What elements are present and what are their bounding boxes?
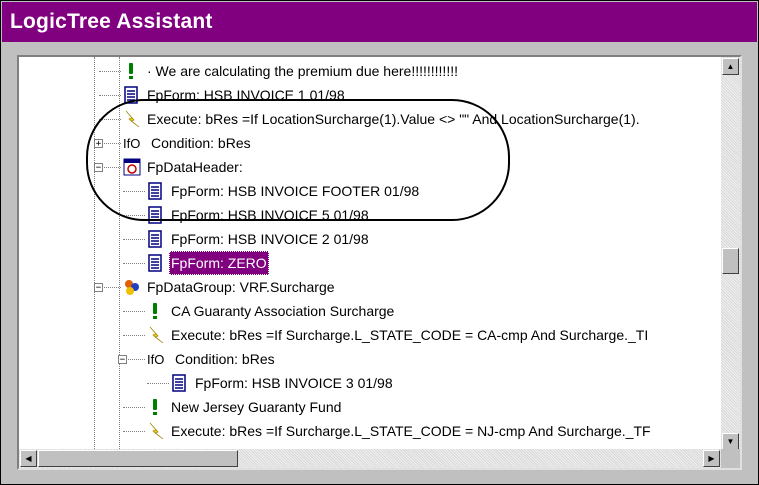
tree-item[interactable]: Execute: bRes =If Surcharge.L_STATE_CODE… [147,323,650,347]
tree-rows: · We are calculating the premium due her… [19,57,719,451]
tree-guide-line [94,57,95,451]
scroll-left-button[interactable]: ◀ [20,450,37,467]
exclamation-icon [123,62,141,80]
tree-connector [99,119,121,120]
logic-tree-view[interactable]: · We are calculating the premium due her… [17,55,742,470]
tree-item-label: · We are calculating the premium due her… [147,63,458,79]
tree-item[interactable]: Execute: bRes =If Surcharge.L_STATE_CODE… [147,419,653,443]
horizontal-scroll-thumb[interactable] [38,450,238,467]
tree-item[interactable]: FpDataGroup: VRF.Surcharge [123,275,337,299]
scrollbar-corner [721,449,740,468]
tree-item[interactable]: FpForm: ZERO [147,251,269,275]
tree-item[interactable]: New Jersey Guaranty Fund [147,395,343,419]
scroll-right-button[interactable]: ▶ [703,450,720,467]
tree-item-label: FpForm: HSB INVOICE 1 01/98 [147,87,345,103]
tree-item[interactable]: FpForm: HSB INVOICE 1 01/98 [123,83,347,107]
vertical-scroll-thumb[interactable] [722,248,739,274]
tree-item-label: Execute: bRes =If Surcharge.L_STATE_CODE… [171,423,651,439]
exclamation-icon [147,398,165,416]
svg-text:IfO: IfO [147,352,164,367]
tree-connector [99,95,121,96]
tree-connector [123,191,145,192]
tree-item-label: Condition: bRes [151,135,251,151]
tree-connector [123,215,145,216]
datagroup-icon [123,278,141,296]
tree-item-label: FpForm: ZERO [169,251,269,275]
document-icon [147,230,165,248]
dataheader-icon [123,158,141,176]
tree-connector [123,431,145,432]
document-icon [147,254,165,272]
tree-item-label: Condition: bRes [175,351,275,367]
tree-item-label: FpForm: HSB INVOICE FOOTER 01/98 [171,183,420,199]
tree-item[interactable]: · We are calculating the premium due her… [123,59,460,83]
document-icon [123,86,141,104]
tree-item-label: New Jersey Guaranty Fund [171,399,342,415]
tree-item-label: CA Guaranty Association Surcharge [171,303,395,319]
tree-item[interactable]: FpForm: HSB INVOICE 5 01/98 [147,203,371,227]
scroll-up-button[interactable]: ▲ [722,58,739,75]
tree-connector [123,239,145,240]
tree-item[interactable]: IfO Condition: bRes [123,131,253,155]
tree-guide-line [119,57,120,451]
tree-item-label: FpForm: HSB INVOICE 5 01/98 [171,207,369,223]
tree-item[interactable]: IfO Condition: bRes [147,347,277,371]
tree-connector [123,263,145,264]
lightning-icon [147,422,165,440]
horizontal-scrollbar[interactable]: ◀ ▶ [19,449,721,468]
scroll-down-button[interactable]: ▼ [722,433,739,450]
window-title: LogicTree Assistant [2,2,757,42]
lightning-icon [123,110,141,128]
exclamation-icon [147,302,165,320]
tree-item-label: FpForm: HSB INVOICE 2 01/98 [171,231,369,247]
tree-connector [147,383,169,384]
lightning-icon [147,326,165,344]
document-icon [147,206,165,224]
tree-expander[interactable]: − [118,355,127,365]
tree-item[interactable]: CA Guaranty Association Surcharge [147,299,396,323]
document-icon [171,374,189,392]
tree-expander[interactable]: − [94,283,103,293]
tree-connector [123,311,145,312]
condition-icon: IfO [123,134,145,152]
tree-item-label: FpDataGroup: VRF.Surcharge [147,279,335,295]
tree-item[interactable]: FpForm: HSB INVOICE 2 01/98 [147,227,371,251]
tree-item-label: Execute: bRes =If Surcharge.L_STATE_CODE… [171,327,649,343]
svg-text:IfO: IfO [123,136,140,151]
tree-item-label: FpForm: HSB INVOICE 3 01/98 [195,375,393,391]
tree-item[interactable]: FpForm: HSB INVOICE 3 01/98 [171,371,395,395]
tree-item[interactable]: Execute: bRes =If LocationSurcharge(1).V… [123,107,642,131]
tree-connector [123,407,145,408]
tree-item-label: Execute: bRes =If LocationSurcharge(1).V… [147,111,640,127]
document-icon [147,182,165,200]
tree-expander[interactable]: − [94,163,103,173]
vertical-scrollbar[interactable]: ▲ ▼ [721,57,740,451]
tree-expander[interactable]: + [94,139,103,149]
tree-item[interactable]: FpForm: HSB INVOICE FOOTER 01/98 [147,179,421,203]
logictree-window: LogicTree Assistant · We are calculating… [0,0,759,485]
tree-item[interactable]: FpDataHeader: [123,155,245,179]
condition-icon: IfO [147,350,169,368]
tree-connector [123,335,145,336]
tree-connector [99,71,121,72]
tree-item-label: FpDataHeader: [147,159,243,175]
